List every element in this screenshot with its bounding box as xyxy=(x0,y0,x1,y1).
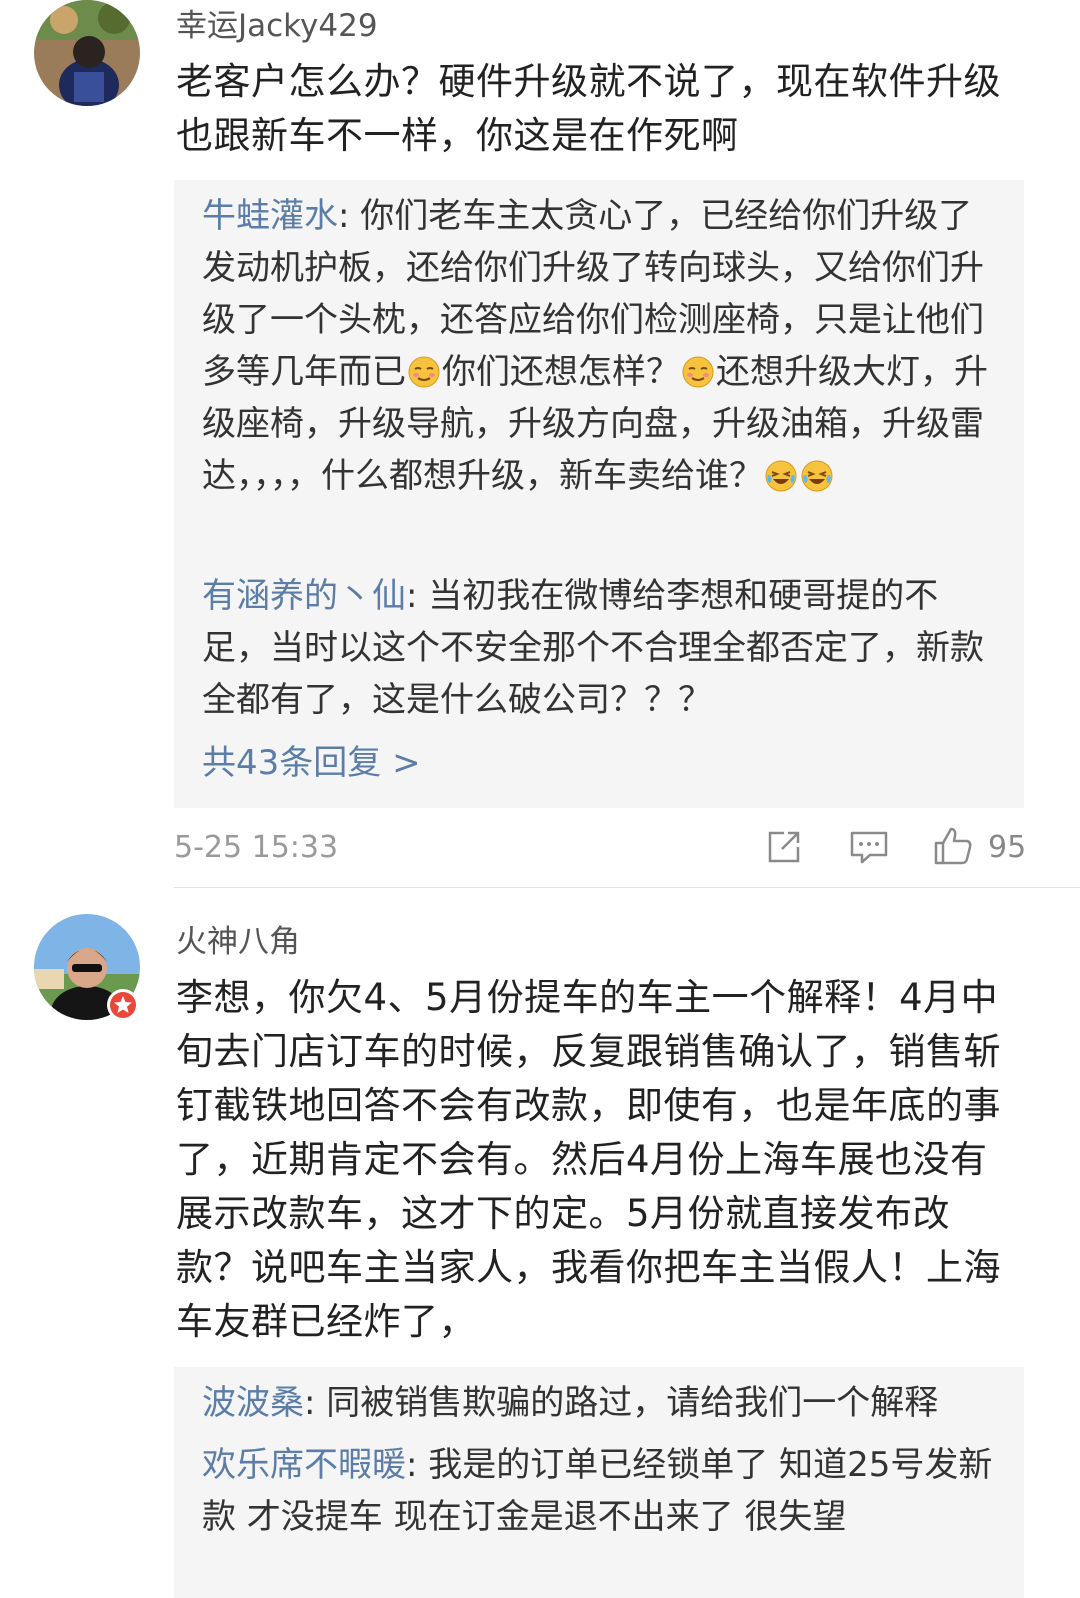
reply-text: 同被销售欺骗的路过，请给我们一个解释 xyxy=(326,1383,939,1423)
like-button[interactable] xyxy=(932,825,976,869)
comment-timestamp: 5-25 15:33 xyxy=(174,830,339,865)
avatar[interactable] xyxy=(34,0,140,106)
reply-item[interactable]: 波波桑: 同被销售欺骗的路过，请给我们一个解释 xyxy=(202,1377,1002,1429)
comment-divider xyxy=(174,887,1080,888)
smirk-emoji xyxy=(408,356,440,388)
reply-box: 牛蛙灌水: 你们老车主太贪心了，已经给你们升级了发动机护板，还给你们升级了转向球… xyxy=(174,180,1024,808)
reply-text: 你们还想怎样？ xyxy=(442,352,680,392)
share-button[interactable] xyxy=(764,827,808,871)
verified-badge-icon xyxy=(107,989,139,1021)
like-count: 95 xyxy=(988,830,1027,865)
thumbs-up-icon xyxy=(934,827,972,865)
reply-button[interactable] xyxy=(848,827,892,871)
username[interactable]: 幸运Jacky429 xyxy=(176,6,378,46)
reply-author[interactable]: 牛蛙灌水 xyxy=(202,196,338,236)
username[interactable]: 火神八角 xyxy=(176,922,300,962)
more-replies-link[interactable]: 共43条回复 > xyxy=(202,738,421,788)
reply-separator: : xyxy=(338,196,361,236)
smirk-emoji xyxy=(682,356,714,388)
comment-item: 火神八角 李想，你欠4、5月份提车的车主一个解释！4月中旬去门店订车的时候，反复… xyxy=(0,912,1080,1598)
comment-icon xyxy=(850,831,888,864)
comment-text: 李想，你欠4、5月份提车的车主一个解释！4月中旬去门店订车的时候，反复跟销售确认… xyxy=(176,976,1001,1343)
reply-author[interactable]: 欢乐席不暇暖 xyxy=(202,1445,406,1485)
reply-separator: : xyxy=(406,576,429,616)
reply-author[interactable]: 有涵养的丶仙 xyxy=(202,576,406,616)
avatar-image xyxy=(34,0,140,106)
share-icon xyxy=(768,831,800,863)
reply-item[interactable]: 牛蛙灌水: 你们老车主太贪心了，已经给你们升级了发动机护板，还给你们升级了转向球… xyxy=(202,190,1002,502)
laugh-cry-emoji xyxy=(801,460,833,492)
comment-text: 老客户怎么办？硬件升级就不说了，现在软件升级也跟新车不一样，你这是在作死啊 xyxy=(176,60,1001,157)
reply-box: 波波桑: 同被销售欺骗的路过，请给我们一个解释 欢乐席不暇暖: 我是的订单已经锁… xyxy=(174,1367,1024,1598)
comment-item: 幸运Jacky429 老客户怎么办？硬件升级就不说了，现在软件升级也跟新车不一样… xyxy=(0,0,1080,895)
laugh-cry-emoji xyxy=(765,460,797,492)
reply-item[interactable]: 有涵养的丶仙: 当初我在微博给李想和硬哥提的不足，当时以这个不安全那个不合理全都… xyxy=(202,570,1002,726)
reply-item[interactable]: 欢乐席不暇暖: 我是的订单已经锁单了 知道25号发新款 才没提车 现在订金是退不… xyxy=(202,1439,1002,1543)
reply-separator: : xyxy=(406,1445,429,1485)
reply-author[interactable]: 波波桑 xyxy=(202,1383,304,1423)
reply-separator: : xyxy=(304,1383,327,1423)
